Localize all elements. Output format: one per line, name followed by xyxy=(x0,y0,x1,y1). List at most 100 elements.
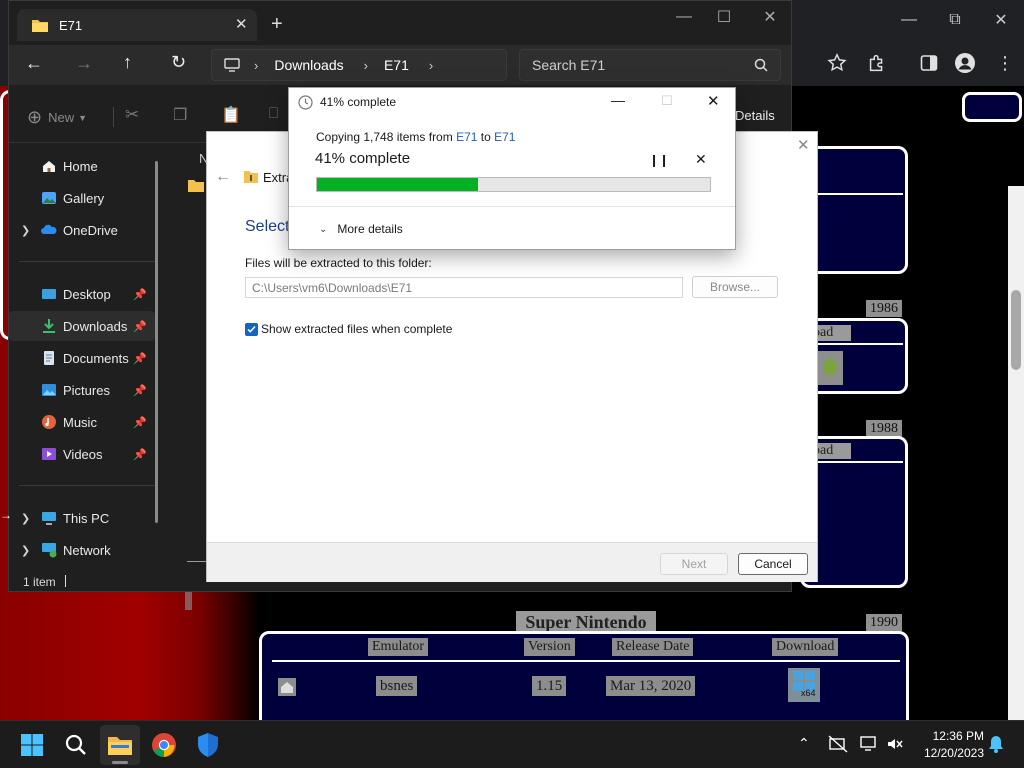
up-arrow-icon[interactable]: ↑ xyxy=(123,52,132,73)
homepage-link-icon[interactable] xyxy=(278,678,296,696)
rename-icon[interactable]: ⎕ xyxy=(269,105,278,122)
chrome-taskbar-icon[interactable] xyxy=(144,725,184,765)
status-item-count: 1 item xyxy=(23,575,56,589)
sidebar-item-documents[interactable]: Documents 📌 xyxy=(9,343,155,373)
profile-avatar-icon[interactable] xyxy=(954,52,976,74)
extensions-puzzle-icon[interactable] xyxy=(866,52,888,74)
wizard-heading: Select xyxy=(245,218,290,235)
chrome-scrollbar[interactable] xyxy=(1008,186,1024,720)
progress-minimize-button[interactable]: — xyxy=(611,92,625,108)
sidebar-item-network[interactable]: ❯ Network xyxy=(9,535,155,565)
chevron-right-icon[interactable]: ❯ xyxy=(21,512,30,525)
start-button[interactable] xyxy=(12,725,52,765)
copy-source-link[interactable]: E71 xyxy=(456,130,477,144)
explorer-navigation-bar: ← → ↑ ↻ › Downloads › E71 › Search E71 xyxy=(9,45,791,85)
pause-button[interactable]: ❙❙ xyxy=(649,153,669,167)
toolbar-divider xyxy=(113,107,114,127)
cancel-button[interactable]: Cancel xyxy=(738,553,808,575)
file-explorer-taskbar-icon[interactable] xyxy=(100,725,140,765)
windows-taskbar: ⌃ 12:36 PM 12/20/2023 xyxy=(0,720,1024,768)
explorer-close-button[interactable]: ✕ xyxy=(747,0,793,37)
show-files-checkbox-label[interactable]: Show extracted files when complete xyxy=(261,322,452,336)
pin-icon: 📌 xyxy=(133,448,147,461)
extract-folder-label: Files will be extracted to this folder: xyxy=(245,256,432,270)
new-button[interactable]: ⊕ New ▼ xyxy=(27,107,87,128)
progress-window-title: 41% complete xyxy=(320,95,397,109)
gallery-icon xyxy=(41,190,57,206)
apple-download-icon[interactable] xyxy=(817,351,843,385)
extract-path-input[interactable]: C:\Users\vm6\Downloads\E71 xyxy=(245,277,683,298)
breadcrumb-chevron-icon[interactable]: › xyxy=(254,58,258,73)
network-disconnected-icon[interactable] xyxy=(828,735,848,753)
more-details-toggle[interactable]: ⌄ More details xyxy=(319,222,403,236)
refresh-icon[interactable]: ↻ xyxy=(171,52,186,73)
progress-maximize-button[interactable]: ☐ xyxy=(661,93,673,109)
cut-icon[interactable]: ✂ xyxy=(125,105,139,125)
sidebar-item-this-pc[interactable]: ❯ This PC xyxy=(9,503,155,533)
chevron-right-icon[interactable]: ❯ xyxy=(21,224,30,237)
breadcrumb-chevron-icon[interactable]: › xyxy=(429,58,433,73)
search-input[interactable]: Search E71 xyxy=(532,57,605,73)
progress-close-button[interactable]: ✕ xyxy=(707,92,720,110)
chrome-minimize-button[interactable]: — xyxy=(886,0,932,40)
tab-close-icon[interactable]: ✕ xyxy=(235,15,248,33)
chrome-close-button[interactable]: ✕ xyxy=(978,0,1024,40)
explorer-maximize-button[interactable]: ☐ xyxy=(701,0,747,37)
breadcrumb-downloads[interactable]: Downloads xyxy=(274,57,343,73)
sidebar-item-videos[interactable]: Videos 📌 xyxy=(9,439,155,469)
browse-button[interactable]: Browse... xyxy=(692,276,778,298)
sidebar-item-downloads[interactable]: Downloads 📌 xyxy=(9,311,155,341)
folder-icon[interactable] xyxy=(187,179,205,193)
this-pc-icon xyxy=(41,510,57,526)
windows-x64-download-icon[interactable]: x64 xyxy=(788,668,820,702)
taskbar-clock-date[interactable]: 12/20/2023 xyxy=(914,746,984,760)
display-icon[interactable] xyxy=(860,735,880,753)
show-hidden-icons-chevron-icon[interactable]: ⌃ xyxy=(798,735,810,752)
forward-arrow-icon[interactable]: → xyxy=(75,53,93,74)
network-icon xyxy=(41,542,57,558)
nav-pane-scrollbar[interactable] xyxy=(155,161,158,523)
volume-muted-icon[interactable] xyxy=(886,735,904,753)
explorer-tab[interactable]: E71 ✕ xyxy=(17,9,257,41)
next-button[interactable]: Next xyxy=(660,553,728,575)
address-bar[interactable]: › Downloads › E71 › xyxy=(211,49,507,81)
pin-icon: 📌 xyxy=(133,384,147,397)
progress-percent-heading: 41% complete xyxy=(315,150,411,167)
cancel-copy-button[interactable]: ✕ xyxy=(695,151,707,168)
side-panel-icon[interactable] xyxy=(920,54,938,72)
sidebar-item-gallery[interactable]: Gallery xyxy=(9,183,155,213)
wizard-close-icon[interactable]: ✕ xyxy=(797,136,810,154)
chrome-restore-button[interactable]: ⧉ xyxy=(932,0,978,40)
sidebar-item-onedrive[interactable]: ❯ OneDrive xyxy=(9,215,155,245)
table-cell-release-date: Mar 13, 2020 xyxy=(606,676,696,696)
back-arrow-icon[interactable]: ← xyxy=(25,53,43,74)
paste-icon[interactable]: 📋 xyxy=(221,105,241,125)
pin-icon: 📌 xyxy=(133,352,147,365)
taskbar-clock-time[interactable]: 12:36 PM xyxy=(922,729,984,743)
breadcrumb-e71[interactable]: E71 xyxy=(384,57,409,73)
sidebar-item-home[interactable]: Home xyxy=(9,151,155,181)
back-arrow-icon[interactable]: ← xyxy=(215,168,231,186)
security-shield-icon[interactable] xyxy=(188,725,228,765)
bookmark-star-icon[interactable] xyxy=(826,52,848,74)
progress-divider xyxy=(289,206,735,207)
table-header-version: Version xyxy=(524,638,575,656)
documents-icon xyxy=(41,350,57,366)
search-icon[interactable] xyxy=(56,725,96,765)
breadcrumb-chevron-icon[interactable]: › xyxy=(364,58,368,73)
sidebar-item-desktop[interactable]: Desktop 📌 xyxy=(9,279,155,309)
search-box[interactable]: Search E71 xyxy=(519,49,781,81)
scrollbar-thumb[interactable] xyxy=(1011,290,1021,370)
explorer-resize-handle[interactable] xyxy=(185,592,192,610)
chevron-right-icon[interactable]: ❯ xyxy=(21,544,30,557)
sidebar-item-music[interactable]: Music 📌 xyxy=(9,407,155,437)
show-files-checkbox[interactable] xyxy=(245,323,258,336)
details-button[interactable]: Details xyxy=(735,108,775,123)
notification-bell-icon[interactable] xyxy=(988,735,1004,753)
copy-destination-link[interactable]: E71 xyxy=(494,130,515,144)
sidebar-item-pictures[interactable]: Pictures 📌 xyxy=(9,375,155,405)
chrome-menu-icon[interactable]: ⋮ xyxy=(996,54,1014,72)
copy-icon[interactable]: ❐ xyxy=(173,105,187,125)
table-cell-emulator: bsnes xyxy=(376,676,418,696)
new-tab-plus-icon[interactable]: + xyxy=(271,13,283,36)
